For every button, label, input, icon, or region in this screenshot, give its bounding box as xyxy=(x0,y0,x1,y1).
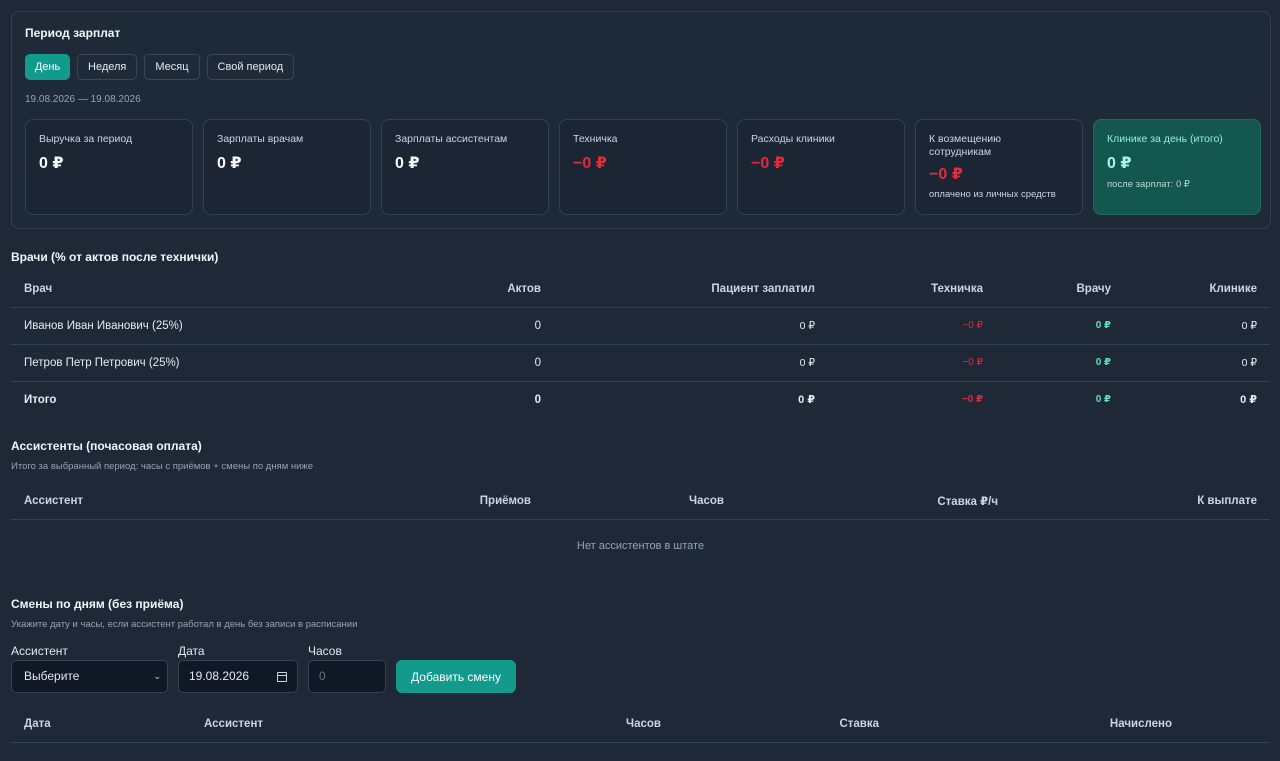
stat-label: К возмещению сотрудникам xyxy=(929,133,1001,158)
chevron-down-icon: ⌄ xyxy=(153,671,161,681)
add-shift-button[interactable]: Добавить смену xyxy=(396,660,516,693)
assistants-subtitle: Итого за выбранный период: часы с приёмо… xyxy=(11,461,314,472)
assistant-select-value: Выберите xyxy=(24,669,80,683)
col-paid: Пациент заплатил xyxy=(554,271,828,308)
doctor-paid: 0 ₽ xyxy=(554,344,828,382)
total-paid: 0 ₽ xyxy=(798,394,815,407)
total-acts: 0 xyxy=(534,393,541,406)
table-header-row: Дата Ассистент Часов Ставка Начислено xyxy=(11,706,1270,743)
stat-clinic-expenses: Расходы клиники −0 ₽ xyxy=(737,119,905,215)
stat-doctor-salaries: Зарплаты врачам 0 ₽ xyxy=(203,119,371,215)
tab-week[interactable]: Неделя xyxy=(77,54,138,80)
col-assistant: Ассистент xyxy=(11,483,341,520)
col-shift-hours: Часов xyxy=(491,706,674,743)
table-row[interactable]: Петров Петр Петрович (25%) 0 0 ₽ −0 ₽ 0 … xyxy=(11,344,1270,382)
col-date: Дата xyxy=(11,706,191,743)
assistant-select[interactable]: Выберите ⌄ xyxy=(11,660,168,693)
stat-revenue: Выручка за период 0 ₽ xyxy=(25,119,193,215)
stat-label: Зарплаты ассистентам xyxy=(395,133,508,145)
period-tabs: День Неделя Месяц Свой период xyxy=(25,54,295,80)
col-clinic-share: Клинике xyxy=(1124,271,1270,308)
doctor-acts: 0 xyxy=(341,344,554,382)
tab-custom-period[interactable]: Свой период xyxy=(206,54,295,80)
col-shift-assistant: Ассистент xyxy=(191,706,491,743)
assistants-title: Ассистенты (почасовая оплата) xyxy=(11,439,202,453)
col-hours: Часов xyxy=(544,483,737,520)
col-actions xyxy=(1185,706,1270,743)
total-label: Итого xyxy=(24,393,57,406)
col-acts: Актов xyxy=(341,271,554,308)
stat-value: 0 ₽ xyxy=(1107,155,1132,172)
stat-value: 0 ₽ xyxy=(39,155,64,172)
stat-value: −0 ₽ xyxy=(751,155,785,172)
table-header-row: Ассистент Приёмов Часов Ставка ₽/ч К вып… xyxy=(11,483,1270,520)
salary-period-card: Период зарплат День Неделя Месяц Свой пе… xyxy=(11,11,1271,229)
stat-tech: Техничка −0 ₽ xyxy=(559,119,727,215)
stat-value: 0 ₽ xyxy=(217,155,242,172)
stat-label: Клинике за день (итого) xyxy=(1107,133,1223,145)
date-field[interactable]: 19.08.2026 xyxy=(178,660,298,693)
hours-field-placeholder: 0 xyxy=(319,669,326,683)
tab-day[interactable]: День xyxy=(25,54,70,80)
table-total-row: Итого 0 0 ₽ −0 ₽ 0 ₽ 0 ₽ xyxy=(11,381,1270,418)
assistants-table: Ассистент Приёмов Часов Ставка ₽/ч К вып… xyxy=(11,483,1270,520)
stat-label: Техничка xyxy=(573,133,618,145)
doctor-tech: −0 ₽ xyxy=(828,307,996,345)
period-range: 19.08.2026 — 19.08.2026 xyxy=(25,94,141,105)
total-doctor-share: 0 ₽ xyxy=(1095,394,1111,406)
date-field-label: Дата xyxy=(178,644,205,658)
doctor-paid: 0 ₽ xyxy=(554,307,828,345)
doctor-acts: 0 xyxy=(341,307,554,345)
doctor-share: 0 ₽ xyxy=(996,307,1124,345)
doctors-title: Врачи (% от актов после технички) xyxy=(11,250,219,264)
shifts-table: Дата Ассистент Часов Ставка Начислено xyxy=(11,706,1270,743)
stat-label: Выручка за период xyxy=(39,133,133,145)
stat-reimbursement: К возмещению сотрудникам −0 ₽ оплачено и… xyxy=(915,119,1083,215)
stat-value: −0 ₽ xyxy=(573,155,607,172)
hours-field-label: Часов xyxy=(308,644,342,658)
shifts-subtitle: Укажите дату и часы, если ассистент рабо… xyxy=(11,619,358,630)
stats-row: Выручка за период 0 ₽ Зарплаты врачам 0 … xyxy=(25,119,1261,215)
stat-value: 0 ₽ xyxy=(395,155,420,172)
doctor-tech: −0 ₽ xyxy=(828,344,996,382)
col-doctor-share: Врачу xyxy=(996,271,1124,308)
doctor-name: Иванов Иван Иванович (25%) xyxy=(11,307,341,345)
col-appointments: Приёмов xyxy=(341,483,544,520)
stat-clinic-total: Клинике за день (итого) 0 ₽ после зарпла… xyxy=(1093,119,1261,215)
calendar-icon[interactable] xyxy=(277,672,287,682)
table-row[interactable]: Иванов Иван Иванович (25%) 0 0 ₽ −0 ₽ 0 … xyxy=(11,307,1270,345)
col-rate: Ставка ₽/ч xyxy=(737,483,1011,520)
total-clinic-share: 0 ₽ xyxy=(1240,394,1257,407)
stat-assistant-salaries: Зарплаты ассистентам 0 ₽ xyxy=(381,119,549,215)
col-tech: Техничка xyxy=(828,271,996,308)
stat-sub: после зарплат: 0 ₽ xyxy=(1107,179,1190,190)
tab-month[interactable]: Месяц xyxy=(144,54,200,80)
clinic-share: 0 ₽ xyxy=(1124,344,1270,382)
clinic-share: 0 ₽ xyxy=(1124,307,1270,345)
col-doctor: Врач xyxy=(11,271,341,308)
doctors-table: Врач Актов Пациент заплатил Техничка Вра… xyxy=(11,271,1270,418)
doctor-name: Петров Петр Петрович (25%) xyxy=(11,344,341,382)
col-payout: К выплате xyxy=(1011,483,1270,520)
table-header-row: Врач Актов Пациент заплатил Техничка Вра… xyxy=(11,271,1270,308)
total-tech: −0 ₽ xyxy=(961,394,983,406)
col-shift-rate: Ставка xyxy=(674,706,892,743)
stat-sub: оплачено из личных средств xyxy=(929,189,1056,200)
assistants-empty-state: Нет ассистентов в штате xyxy=(576,540,705,552)
period-title: Период зарплат xyxy=(25,26,121,40)
hours-field[interactable]: 0 xyxy=(308,660,386,693)
date-field-value: 19.08.2026 xyxy=(189,669,250,683)
shifts-title: Смены по дням (без приёма) xyxy=(11,597,184,611)
stat-label: Расходы клиники xyxy=(751,133,835,145)
stat-value: −0 ₽ xyxy=(929,166,963,183)
assistant-field-label: Ассистент xyxy=(11,644,68,658)
stat-label: Зарплаты врачам xyxy=(217,133,304,145)
col-accrued: Начислено xyxy=(892,706,1185,743)
doctor-share: 0 ₽ xyxy=(996,344,1124,382)
